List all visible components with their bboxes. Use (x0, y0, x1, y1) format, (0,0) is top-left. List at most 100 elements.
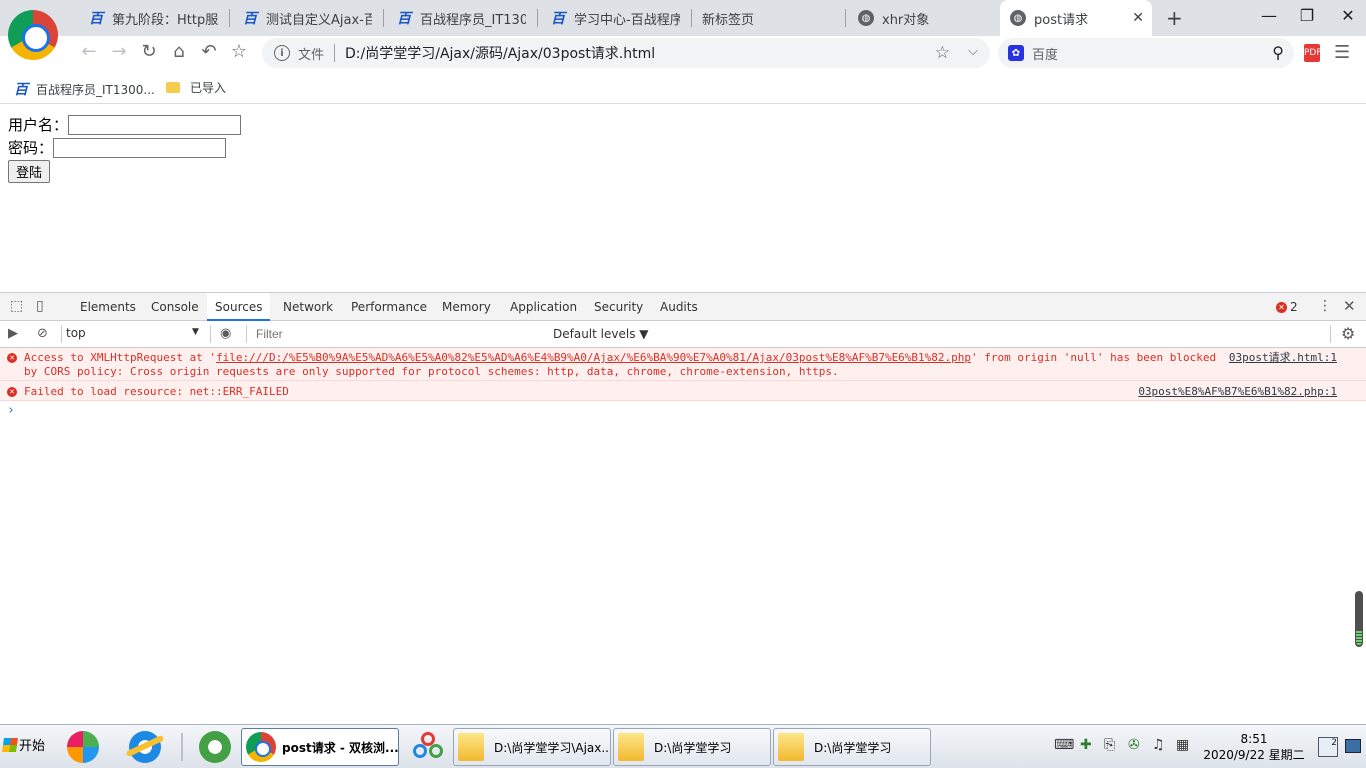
minimize-icon[interactable]: — (1254, 6, 1284, 25)
home-icon[interactable]: ⌂ (168, 41, 190, 62)
devtools-tab-application[interactable]: Application (502, 293, 585, 321)
device-toolbar-icon[interactable]: ▯ (36, 298, 44, 314)
bookmarks-bar: 百 百战程序员_IT1300... 已导入 (0, 70, 1366, 104)
volume-icon[interactable]: ♫ (1152, 737, 1165, 753)
more-options-icon[interactable]: ⋮ (1318, 298, 1332, 314)
virtual-desktop-icon[interactable]: 2 (1318, 737, 1338, 757)
gear-icon[interactable]: ⚙ (1341, 324, 1355, 343)
baizhan-icon: 百 (397, 11, 411, 27)
360-browser-icon[interactable] (199, 731, 231, 763)
pdf-extension-icon[interactable]: PDF (1304, 44, 1322, 62)
show-desktop-icon[interactable] (1345, 739, 1361, 753)
context-select[interactable]: top (66, 326, 204, 340)
star-icon[interactable]: ☆ (935, 43, 950, 63)
baizhan-icon: 百 (14, 82, 28, 98)
wechat-icon[interactable]: ✇ (1128, 737, 1140, 753)
tab-3[interactable]: 百 百战程序员_IT13000 (386, 4, 536, 32)
inspect-element-icon[interactable]: ⬚ (10, 298, 23, 314)
password-input[interactable] (53, 137, 227, 158)
restore-icon[interactable]: ❐ (1292, 6, 1322, 25)
bookmark-star-icon[interactable]: ☆ (228, 41, 250, 62)
toolbar-divider (210, 325, 211, 343)
task-label: D:\尚学堂学习 (814, 740, 892, 755)
clipboard-icon[interactable]: ⎘ (1104, 737, 1115, 753)
close-window-icon[interactable]: ✕ (1333, 6, 1363, 25)
forward-icon[interactable]: → (108, 41, 130, 62)
tab-5[interactable]: 新标签页 (692, 4, 842, 32)
taskbar-item-browser[interactable]: post请求 - 双核浏... (241, 728, 399, 766)
console-prompt[interactable]: › (0, 401, 1366, 418)
devtools-tab-console[interactable]: Console (143, 293, 207, 321)
devtools-tab-sources[interactable]: Sources (207, 293, 271, 321)
reload-icon[interactable]: ↻ (138, 41, 160, 62)
devtools-tabbar: ⬚ ▯ Elements Console Sources Network Per… (0, 293, 1366, 321)
back-icon[interactable]: ← (78, 41, 100, 62)
sidebar-toggle-icon[interactable]: ▶ (8, 326, 18, 341)
tab-divider (229, 9, 230, 27)
password-row: 密码： (8, 136, 1358, 159)
triangle-down-icon[interactable]: ▼ (192, 327, 199, 337)
tab-7-active[interactable]: ◍ post请求 ✕ (1000, 0, 1152, 36)
internet-explorer-icon[interactable] (129, 731, 161, 763)
bookmark-item[interactable]: 百 百战程序员_IT1300... (14, 79, 155, 99)
keyboard-icon[interactable]: ⌨ (1054, 737, 1074, 753)
toolbar-divider (1330, 325, 1331, 343)
taskbar-item-explorer[interactable]: D:\尚学堂学习 (773, 728, 931, 766)
info-icon[interactable]: i (274, 45, 290, 61)
clock-time: 8:51 (1240, 732, 1268, 746)
close-tab-icon[interactable]: ✕ (1132, 10, 1144, 26)
close-devtools-icon[interactable]: ✕ (1343, 297, 1356, 315)
username-label: 用户名： (8, 116, 69, 134)
tab-2[interactable]: 百 测试自定义Ajax-百战 (232, 4, 382, 32)
console-toolbar: ▶ ⊘ top ▼ ◉ Default levels ▼ ⚙ (0, 321, 1366, 348)
baidu-netdisk-icon[interactable] (410, 730, 446, 764)
url-text[interactable]: D:/尚学堂学习/Ajax/源码/Ajax/03post请求.html (345, 43, 655, 63)
devtools-panel: ⬚ ▯ Elements Console Sources Network Per… (0, 292, 1366, 724)
network-icon[interactable]: ▦ (1176, 737, 1189, 753)
folder-icon (166, 82, 180, 93)
error-line-2: by CORS policy: Cross origin requests ar… (24, 365, 839, 378)
source-link[interactable]: 03post%E8%AF%B7%E6%B1%82.php:1 (1138, 385, 1337, 399)
eye-icon[interactable]: ◉ (220, 326, 231, 341)
system-clock[interactable]: 8:51 2020/9/22 星期二 (1196, 731, 1312, 763)
chevron-down-icon[interactable]: ⌵ (968, 44, 978, 59)
error-count-badge[interactable]: ✕ 2 (1276, 300, 1298, 314)
tab-4[interactable]: 百 学习中心-百战程序员 (540, 4, 690, 32)
taskbar-item-explorer[interactable]: D:\尚学堂学习\Ajax... (453, 728, 611, 766)
360-safe-icon[interactable] (67, 731, 99, 763)
console-error-message: ✕ Access to XMLHttpRequest at 'file:///D… (0, 348, 1366, 381)
devtools-tab-memory[interactable]: Memory (434, 293, 499, 321)
tab-6[interactable]: ◍ xhr对象 (848, 4, 998, 32)
username-input[interactable] (68, 114, 242, 135)
tab-strip: 百 第九阶段：Http服务 百 测试自定义Ajax-百战 百 百战程序员_IT1… (0, 0, 1366, 60)
task-label: post请求 - 双核浏... (282, 740, 399, 755)
devtools-tab-audits[interactable]: Audits (652, 293, 706, 321)
devtools-tab-network[interactable]: Network (275, 293, 341, 321)
baidu-icon: ✿ (1008, 45, 1024, 61)
tab-divider (537, 9, 538, 27)
browser-toolbar: ← → ↻ ⌂ ↶ ☆ i 文件 D:/尚学堂学习/Ajax/源码/Ajax/0… (0, 36, 1366, 70)
source-link[interactable]: 03post请求.html:1 (1229, 351, 1337, 365)
bookmark-folder[interactable]: 已导入 (166, 79, 226, 96)
devtools-tab-security[interactable]: Security (586, 293, 651, 321)
new-tab-button[interactable]: + (1166, 6, 1183, 30)
devtools-tab-performance[interactable]: Performance (343, 293, 435, 321)
devtools-tab-elements[interactable]: Elements (72, 293, 144, 321)
login-button[interactable]: 登陆 (8, 160, 51, 183)
menu-icon[interactable]: ☰ (1334, 42, 1350, 63)
log-levels-dropdown[interactable]: Default levels ▼ (553, 327, 649, 341)
taskbar-divider (181, 733, 183, 761)
undo-icon[interactable]: ↶ (198, 41, 220, 62)
start-button[interactable]: 开始 (2, 735, 45, 754)
filter-input[interactable] (252, 324, 544, 344)
360-guard-tray-icon[interactable]: ✚ (1080, 737, 1092, 753)
search-icon[interactable]: ⚲ (1272, 43, 1284, 62)
clear-console-icon[interactable]: ⊘ (37, 326, 48, 341)
error-url-link[interactable]: file:///D:/%E5%B0%9A%E5%AD%A6%E5%A0%82%E… (216, 351, 971, 364)
address-bar[interactable]: i 文件 D:/尚学堂学习/Ajax/源码/Ajax/03post请求.html… (262, 38, 990, 68)
search-box[interactable]: ✿ 百度 ⚲ (998, 38, 1294, 68)
scrollbar-grip-icon (1356, 631, 1362, 645)
search-placeholder: 百度 (1032, 47, 1059, 63)
tab-1[interactable]: 百 第九阶段：Http服务 (78, 4, 228, 32)
taskbar-item-explorer[interactable]: D:\尚学堂学习 (613, 728, 771, 766)
